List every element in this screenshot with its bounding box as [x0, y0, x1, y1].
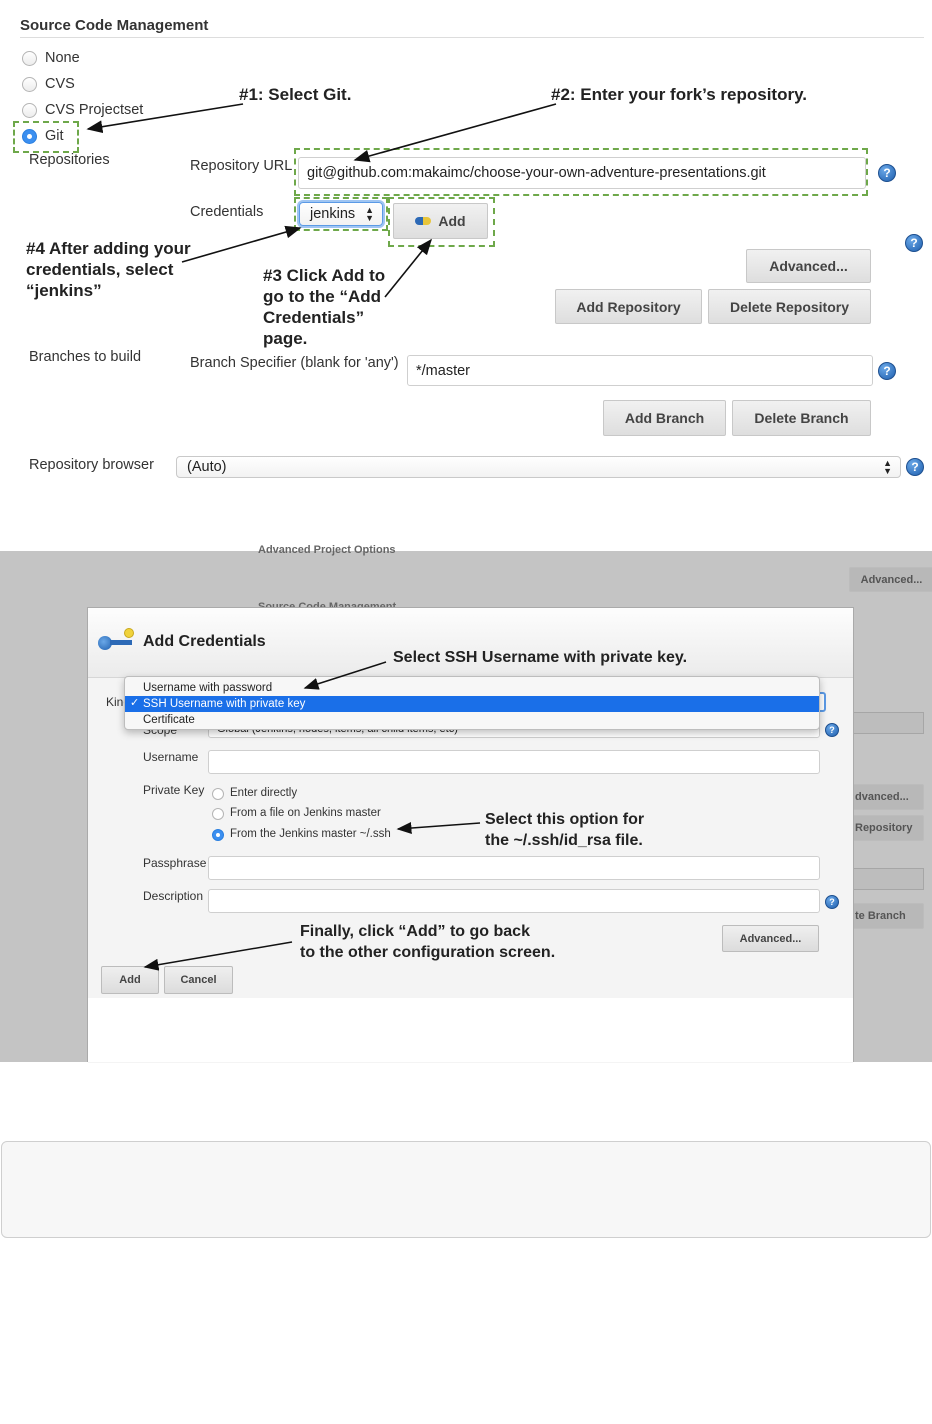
annotation-arrows-modal	[143, 661, 481, 971]
annotation-arrows-top	[86, 103, 557, 298]
empty-panel	[1, 1141, 931, 1238]
